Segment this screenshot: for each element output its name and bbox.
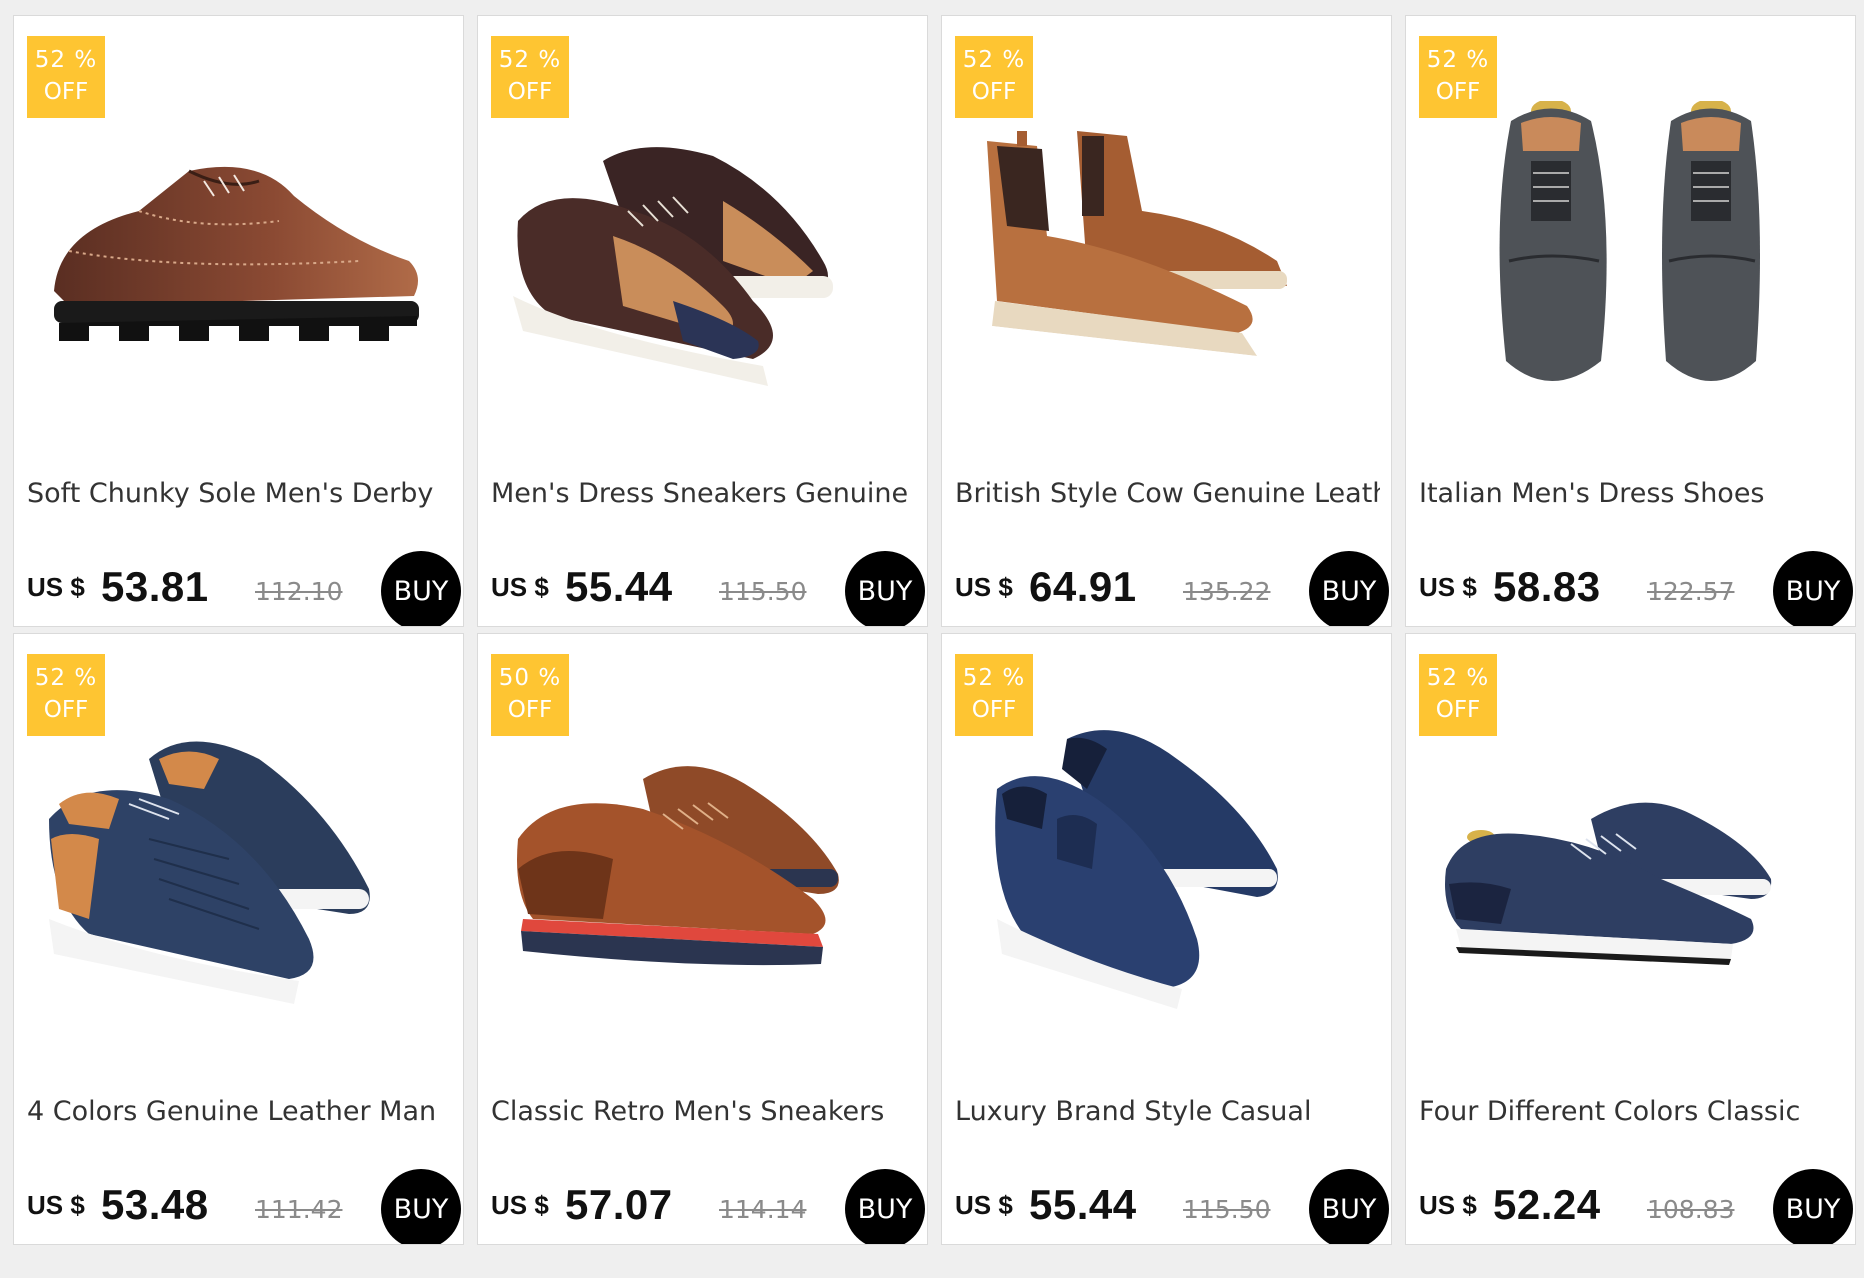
sale-price: 64.91 — [1029, 563, 1137, 610]
discount-badge: 52 % OFF — [27, 654, 105, 736]
price-row: US $ 55.44 115.50 BUY — [955, 1159, 1389, 1244]
price-row: US $ 57.07 114.14 BUY — [491, 1159, 925, 1244]
sale-price: 52.24 — [1493, 1181, 1601, 1228]
navy-slip-on-sneakers-icon — [994, 730, 1278, 1009]
original-price: 114.14 — [719, 1195, 807, 1224]
two-tone-brogue-sneakers-icon — [512, 147, 833, 386]
product-grid: 52 % OFF Soft Chunky Sole Men's Derby US… — [13, 15, 1856, 1245]
discount-badge: 52 % OFF — [955, 654, 1033, 736]
brown-retro-sneakers-icon — [516, 766, 839, 966]
price-row: US $ 53.81 112.10 BUY — [27, 541, 461, 626]
original-price: 111.42 — [255, 1195, 343, 1224]
price-row: US $ 64.91 135.22 BUY — [955, 541, 1389, 626]
original-price: 115.50 — [1183, 1195, 1271, 1224]
product-title[interactable]: Classic Retro Men's Sneakers — [491, 1096, 916, 1127]
product-card[interactable]: 52 % OFF Italian Men's Dress Shoes US $ … — [1405, 15, 1856, 627]
price-row: US $ 52.24 108.83 BUY — [1419, 1159, 1853, 1244]
navy-perforated-sneakers-icon — [1444, 802, 1771, 965]
currency-label: US $ — [955, 1190, 1013, 1220]
product-title[interactable]: British Style Cow Genuine Leather — [955, 478, 1380, 509]
price-row: US $ 55.44 115.50 BUY — [491, 541, 925, 626]
currency-label: US $ — [1419, 1190, 1477, 1220]
discount-badge: 52 % OFF — [1419, 654, 1497, 736]
currency-label: US $ — [1419, 572, 1477, 602]
discount-percent: 52 % — [498, 47, 562, 73]
product-card[interactable]: 52 % OFF Soft Chunky Sole Men's Derby US… — [13, 15, 464, 627]
sale-price: 57.07 — [565, 1181, 673, 1228]
discount-off-label: OFF — [43, 79, 89, 105]
discount-badge: 52 % OFF — [491, 36, 569, 118]
product-title[interactable]: 4 Colors Genuine Leather Man — [27, 1096, 452, 1127]
discount-percent: 52 % — [1426, 47, 1490, 73]
discount-off-label: OFF — [1435, 79, 1481, 105]
navy-woven-sneakers-icon — [48, 741, 370, 1004]
sale-price: 53.81 — [101, 563, 209, 610]
discount-off-label: OFF — [1435, 697, 1481, 723]
sale-price: 55.44 — [565, 563, 673, 610]
discount-percent: 52 % — [962, 47, 1026, 73]
discount-off-label: OFF — [971, 79, 1017, 105]
discount-badge: 52 % OFF — [1419, 36, 1497, 118]
original-price: 112.10 — [255, 577, 343, 606]
tan-chelsea-boots-icon — [986, 131, 1287, 363]
discount-badge: 52 % OFF — [27, 36, 105, 118]
original-price: 122.57 — [1647, 577, 1735, 606]
currency-label: US $ — [27, 1190, 85, 1220]
sale-price: 55.44 — [1029, 1181, 1137, 1228]
buy-button[interactable]: BUY — [1773, 1169, 1853, 1244]
product-card[interactable]: 52 % OFF British Style Cow Genuine Leath… — [941, 15, 1392, 627]
product-title[interactable]: Four Different Colors Classic — [1419, 1096, 1844, 1127]
product-title[interactable]: Luxury Brand Style Casual — [955, 1096, 1380, 1127]
original-price: 115.50 — [719, 577, 807, 606]
buy-button[interactable]: BUY — [381, 551, 461, 626]
buy-button[interactable]: BUY — [1309, 551, 1389, 626]
discount-off-label: OFF — [507, 697, 553, 723]
currency-label: US $ — [491, 1190, 549, 1220]
discount-off-label: OFF — [507, 79, 553, 105]
discount-percent: 52 % — [34, 47, 98, 73]
currency-label: US $ — [27, 572, 85, 602]
original-price: 108.83 — [1647, 1195, 1735, 1224]
buy-button[interactable]: BUY — [381, 1169, 461, 1244]
product-card[interactable]: 52 % OFF 4 Colors Genuine Leather Man US… — [13, 633, 464, 1245]
discount-off-label: OFF — [971, 697, 1017, 723]
price-row: US $ 58.83 122.57 BUY — [1419, 541, 1853, 626]
discount-percent: 52 % — [962, 665, 1026, 691]
discount-percent: 50 % — [498, 665, 562, 691]
discount-badge: 50 % OFF — [491, 654, 569, 736]
discount-badge: 52 % OFF — [955, 36, 1033, 118]
discount-percent: 52 % — [1426, 665, 1490, 691]
price-row: US $ 53.48 111.42 BUY — [27, 1159, 461, 1244]
product-title[interactable]: Men's Dress Sneakers Genuine — [491, 478, 916, 509]
buy-button[interactable]: BUY — [845, 1169, 925, 1244]
grey-oxford-shoes-icon — [1499, 101, 1760, 381]
sale-price: 58.83 — [1493, 563, 1601, 610]
currency-label: US $ — [955, 572, 1013, 602]
product-title[interactable]: Soft Chunky Sole Men's Derby — [27, 478, 452, 509]
discount-percent: 52 % — [34, 665, 98, 691]
buy-button[interactable]: BUY — [1309, 1169, 1389, 1244]
product-title[interactable]: Italian Men's Dress Shoes — [1419, 478, 1844, 509]
original-price: 135.22 — [1183, 577, 1271, 606]
currency-label: US $ — [491, 572, 549, 602]
buy-button[interactable]: BUY — [1773, 551, 1853, 626]
buy-button[interactable]: BUY — [845, 551, 925, 626]
product-card[interactable]: 52 % OFF Men's Dress Sneakers Genuine US… — [477, 15, 928, 627]
product-card[interactable]: 52 % OFF Four Different Colors Classic U… — [1405, 633, 1856, 1245]
discount-off-label: OFF — [43, 697, 89, 723]
sale-price: 53.48 — [101, 1181, 209, 1228]
brown-derby-shoe-icon — [53, 166, 419, 341]
product-card[interactable]: 50 % OFF Classic Retro Men's Sneakers US… — [477, 633, 928, 1245]
product-card[interactable]: 52 % OFF Luxury Brand Style Casual US $ … — [941, 633, 1392, 1245]
